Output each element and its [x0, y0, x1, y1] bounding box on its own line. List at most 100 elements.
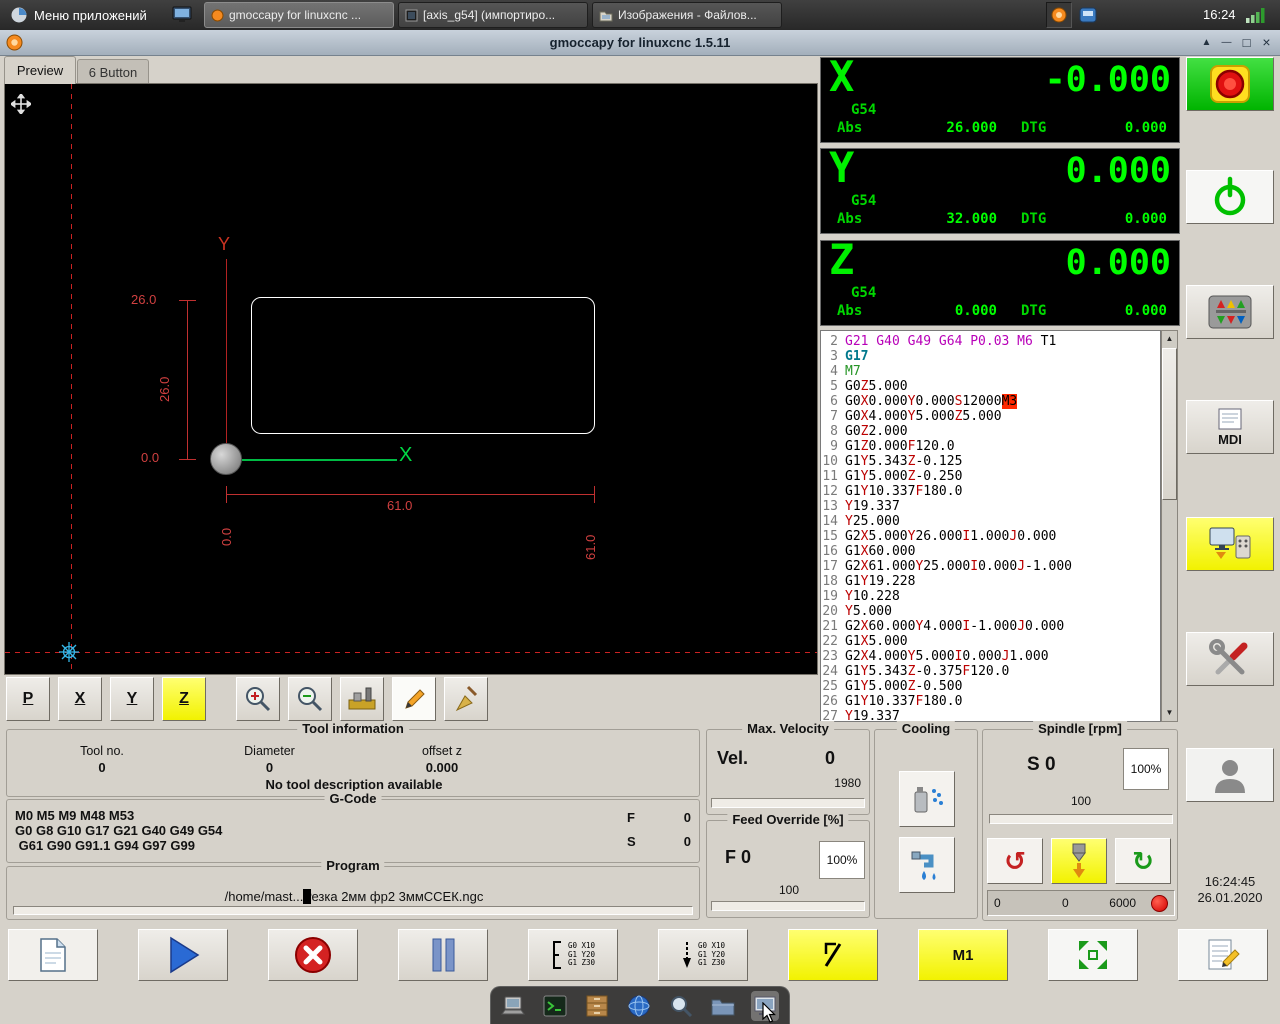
gcode-line[interactable]: 12G1Y10.337F180.0 — [821, 484, 1160, 499]
tool-no-value: 0 — [47, 760, 157, 775]
gcode-line[interactable]: 23G2X4.000Y5.000I0.000J1.000 — [821, 649, 1160, 664]
optional-stop-button[interactable]: M1 — [918, 929, 1008, 981]
gcode-line[interactable]: 4M7 — [821, 364, 1160, 379]
gcode-line[interactable]: 26G1Y10.337F180.0 — [821, 694, 1160, 709]
taskbar-window-images[interactable]: Изображения - Файлов... — [592, 2, 782, 28]
estop-button[interactable] — [1186, 57, 1274, 111]
auto-mode-button[interactable] — [1186, 517, 1274, 571]
settings-button[interactable] — [1186, 632, 1274, 686]
taskbar-clock[interactable]: 16:24 — [1203, 0, 1236, 30]
gcode-line[interactable]: 21G2X60.000Y4.000I-1.000J0.000 — [821, 619, 1160, 634]
gcode-line[interactable]: 3G17 — [821, 349, 1160, 364]
gcode-line[interactable]: 7G0X4.000Y5.000Z5.000 — [821, 409, 1160, 424]
preview-canvas[interactable]: Y X 26.0 0.0 26.0 61.0 0.0 61.0 — [4, 83, 818, 675]
dock-search-button[interactable] — [667, 991, 695, 1021]
spindle-stop-button[interactable] — [1051, 838, 1107, 884]
view-z-button[interactable]: Z — [162, 677, 206, 721]
tray-gmoccapy-icon[interactable] — [1046, 2, 1072, 28]
dock-browser-button[interactable] — [625, 991, 653, 1021]
archive-icon — [584, 994, 610, 1018]
pause-program-button[interactable] — [398, 929, 488, 981]
gcode-line[interactable]: 9G1Z0.000F120.0 — [821, 439, 1160, 454]
edit-gcode-button[interactable] — [392, 677, 436, 721]
dro-axis-y[interactable]: Y G54 0.000 Abs 32.000 DTG 0.000 — [820, 148, 1180, 234]
gcode-line-text: G1Y10.337F180.0 — [845, 484, 962, 499]
dock-files-button[interactable] — [583, 991, 611, 1021]
zoom-in-button[interactable] — [236, 677, 280, 721]
clear-plot-button[interactable] — [444, 677, 488, 721]
run-program-button[interactable] — [138, 929, 228, 981]
gcode-line[interactable]: 24G1Y5.343Z-0.375F120.0 — [821, 664, 1160, 679]
run-from-line-button[interactable]: G0 X10 G1 Y20 G1 Z30 — [528, 929, 618, 981]
gcode-line[interactable]: 6G0X0.000Y0.000S12000M3 — [821, 394, 1160, 409]
gcode-line[interactable]: 5G0Z5.000 — [821, 379, 1160, 394]
gcode-line[interactable]: 13Y19.337 — [821, 499, 1160, 514]
dock-folder-button[interactable] — [709, 991, 737, 1021]
scroll-down-button[interactable]: ▼ — [1162, 705, 1177, 721]
network-signal-icon[interactable] — [1245, 7, 1267, 23]
edit-button[interactable] — [1178, 929, 1268, 981]
skip-block-button[interactable] — [788, 929, 878, 981]
stop-program-button[interactable] — [268, 929, 358, 981]
tab-preview[interactable]: Preview — [4, 56, 76, 84]
view-p-button[interactable]: P — [6, 677, 50, 721]
dro-axis-x[interactable]: X G54 -0.000 Abs 26.000 DTG 0.000 — [820, 57, 1180, 143]
taskbar-launcher-button[interactable] — [170, 3, 194, 27]
gcode-line[interactable]: 11G1Y5.000Z-0.250 — [821, 469, 1160, 484]
tray-app-icon[interactable] — [1078, 5, 1098, 25]
spindle-scale-value: 100 — [983, 794, 1179, 808]
step-button[interactable]: G0 X10 G1 Y20 G1 Z30 — [658, 929, 748, 981]
close-button[interactable]: × — [1257, 33, 1276, 52]
gcode-scrollbar[interactable]: ▲ ▼ — [1161, 330, 1178, 722]
window-titlebar[interactable]: gmoccapy for linuxcnc 1.5.11 ▲ — □ × — [0, 30, 1280, 56]
gcode-line[interactable]: 20Y5.000 — [821, 604, 1160, 619]
gcode-line[interactable]: 22G1X5.000 — [821, 634, 1160, 649]
manual-mode-button[interactable] — [1186, 285, 1274, 339]
maximize-button[interactable]: □ — [1237, 33, 1256, 52]
machine-on-button[interactable] — [1186, 170, 1274, 224]
view-y-button[interactable]: Y — [110, 677, 154, 721]
dro-axis-z[interactable]: Z G54 0.000 Abs 0.000 DTG 0.000 — [820, 240, 1180, 326]
gcode-lines[interactable]: 2G21 G40 G49 G64 P0.03 M6 T13G174M75G0Z5… — [820, 330, 1161, 722]
shade-button[interactable]: ▲ — [1197, 33, 1216, 52]
gcode-line-number: 8 — [821, 424, 845, 439]
file-manager-window-icon — [599, 9, 613, 22]
gmoccapy-tray-icon — [1051, 7, 1067, 23]
gcode-line[interactable]: 19Y10.228 — [821, 589, 1160, 604]
feed-override-slider[interactable] — [711, 901, 865, 911]
mist-button[interactable] — [899, 771, 955, 827]
gcode-line[interactable]: 10G1Y5.343Z-0.125 — [821, 454, 1160, 469]
gcode-line[interactable]: 2G21 G40 G49 G64 P0.03 M6 T1 — [821, 334, 1160, 349]
gcode-line-number: 18 — [821, 574, 845, 589]
open-file-button[interactable] — [8, 929, 98, 981]
gcode-line-number: 9 — [821, 439, 845, 454]
zoom-out-button[interactable] — [288, 677, 332, 721]
applications-menu-button[interactable]: Меню приложений — [2, 2, 155, 28]
taskbar-window-gmoccapy[interactable]: gmoccapy for linuxcnc ... — [204, 2, 394, 28]
tab-6-button[interactable]: 6 Button — [77, 59, 149, 84]
mdi-mode-button[interactable]: MDI — [1186, 400, 1274, 454]
scrollbar-thumb[interactable] — [1162, 348, 1177, 500]
snippet-line: G1 Z30 — [568, 959, 595, 968]
minimize-button[interactable]: — — [1217, 33, 1236, 52]
user-button[interactable] — [1186, 748, 1274, 802]
dock-terminal-button[interactable] — [541, 991, 569, 1021]
gcode-line[interactable]: 17G2X61.000Y25.000I0.000J-1.000 — [821, 559, 1160, 574]
gcode-line[interactable]: 14Y25.000 — [821, 514, 1160, 529]
spindle-right-button[interactable]: ↻ — [1115, 838, 1171, 884]
spindle-slider[interactable] — [989, 814, 1173, 824]
view-x-button[interactable]: X — [58, 677, 102, 721]
gcode-line[interactable]: 25G1Y5.000Z-0.500 — [821, 679, 1160, 694]
dock-laptop-button[interactable] — [499, 991, 527, 1021]
taskbar-window-axis[interactable]: [axis_g54] (импортиро... — [398, 2, 588, 28]
gcode-line-text: G1Y5.343Z-0.125 — [845, 454, 962, 469]
gcode-line[interactable]: 16G1X60.000 — [821, 544, 1160, 559]
scroll-up-button[interactable]: ▲ — [1162, 331, 1177, 347]
flood-button[interactable] — [899, 837, 955, 893]
gcode-line[interactable]: 8G0Z2.000 — [821, 424, 1160, 439]
gcode-line[interactable]: 15G2X5.000Y26.000I1.000J0.000 — [821, 529, 1160, 544]
gcode-line[interactable]: 18G1Y19.228 — [821, 574, 1160, 589]
show-dimensions-button[interactable] — [340, 677, 384, 721]
fullscreen-button[interactable] — [1048, 929, 1138, 981]
spindle-left-button[interactable]: ↺ — [987, 838, 1043, 884]
